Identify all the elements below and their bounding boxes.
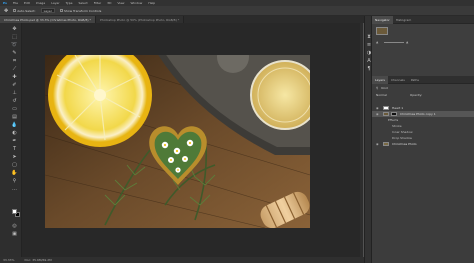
navigator-thumbnail[interactable] (376, 27, 388, 35)
gradient-tool-icon[interactable]: ▤ (11, 114, 18, 120)
rectangle-tool-icon[interactable]: ▢ (11, 162, 18, 168)
type-tool-icon[interactable]: T (11, 146, 18, 152)
status-bar: 33.33% Doc: 35.6M/69.2M (0, 257, 364, 263)
dodge-tool-icon[interactable]: ◐ (11, 130, 18, 136)
more-tools-icon[interactable]: … (11, 186, 18, 192)
layer-row[interactable]: ◉ Christmas Photo (372, 141, 474, 147)
menu-select[interactable]: Select (78, 1, 87, 5)
quick-mask-icon[interactable]: ◎ (11, 223, 18, 229)
tools-panel: ✥ ⬚ ➰ ✎ ⌗ ⟋ ✚ ✐ ⊥ ↺ ▭ ▤ 💧 ◐ ✒ T ➤ ▢ ✋ ⚲ … (0, 23, 22, 263)
effect-name: Drop Shadow (392, 136, 413, 140)
layer-name: Christmas Photo (392, 142, 417, 146)
menu-help[interactable]: Help (148, 1, 155, 5)
navigator-zoom-slider[interactable] (384, 42, 404, 43)
navigator-tabs: Navigator Histogram (372, 16, 474, 24)
menu-filter[interactable]: Filter (94, 1, 101, 5)
document-image[interactable] (45, 55, 310, 228)
blur-tool-icon[interactable]: 💧 (11, 122, 18, 128)
lock-row (372, 98, 474, 105)
hand-tool-icon[interactable]: ✋ (11, 170, 18, 176)
eyedropper-tool-icon[interactable]: ⟋ (11, 66, 18, 72)
clone-stamp-tool-icon[interactable]: ⊥ (11, 90, 18, 96)
zoom-in-icon[interactable]: ▲ (406, 40, 408, 45)
visibility-eye-icon[interactable]: ◉ (376, 106, 379, 110)
right-panels: Navigator Histogram ▲ ▲ Layers Channels … (372, 16, 474, 263)
effect-name: Inner Shadow (392, 130, 413, 134)
lasso-tool-icon[interactable]: ➰ (11, 42, 18, 48)
history-brush-tool-icon[interactable]: ↺ (11, 98, 18, 104)
menu-edit[interactable]: Edit (24, 1, 30, 5)
blend-mode-dropdown[interactable]: Normal (376, 93, 387, 97)
layer-name: Christmas Photo copy 1 (400, 112, 436, 116)
search-icon: ⚲ (376, 85, 379, 90)
tab-channels[interactable]: Channels (388, 76, 408, 84)
photoshop-window: Ps File Edit Image Layer Type Select Fil… (0, 0, 474, 263)
crop-tool-icon[interactable]: ⌗ (11, 58, 18, 64)
menu-file[interactable]: File (13, 1, 18, 5)
path-selection-tool-icon[interactable]: ➤ (11, 154, 18, 160)
effects-label: Effects (388, 118, 399, 122)
layers-tabs: Layers Channels Paths (372, 76, 474, 84)
tab-document-1[interactable]: Christmas Photo.psd @ 33.3% (Christmas P… (0, 16, 97, 23)
tab-layers[interactable]: Layers (372, 76, 388, 84)
menu-view[interactable]: View (117, 1, 124, 5)
document-tabs: Christmas Photo.psd @ 33.3% (Christmas P… (0, 16, 364, 23)
tab-document-2[interactable]: Photoshop Photo @ 50% (Photoshop Photo, … (96, 16, 185, 23)
auto-select-dropdown[interactable]: Layer (40, 8, 55, 13)
blend-row: Normal Opacity: (372, 91, 474, 98)
menu-3d[interactable]: 3D (107, 1, 111, 5)
doc-size: Doc: 35.6M/69.2M (24, 258, 52, 262)
zoom-tool-icon[interactable]: ⚲ (11, 178, 18, 184)
zoom-level[interactable]: 33.33% (3, 258, 14, 262)
pen-tool-icon[interactable]: ✒ (11, 138, 18, 144)
tab-histogram[interactable]: Histogram (393, 16, 415, 24)
layer-mask-thumbnail (391, 112, 397, 116)
move-tool-icon[interactable]: ✥ (4, 8, 8, 14)
menu-image[interactable]: Image (36, 1, 45, 5)
layer-thumbnail (383, 142, 389, 146)
screen-mode-icon[interactable]: ▣ (11, 231, 18, 237)
panel-icon-strip: ⧗ ≡ ◑ A ¶ (364, 16, 372, 263)
menu-layer[interactable]: Layer (51, 1, 59, 5)
options-bar: ✥ Auto-Select: Layer Show Transform Cont… (0, 6, 474, 16)
marquee-tool-icon[interactable]: ⬚ (11, 34, 18, 40)
effect-name: Stroke (392, 124, 402, 128)
zoom-out-icon[interactable]: ▲ (376, 40, 378, 45)
healing-brush-tool-icon[interactable]: ✚ (11, 74, 18, 80)
kind-filter[interactable]: Kind (381, 86, 388, 90)
vertical-scrollbar[interactable] (360, 23, 363, 257)
layers-panel: Layers Channels Paths ⚲ Kind Normal Opac… (372, 76, 474, 263)
layer-filter-row: ⚲ Kind (372, 84, 474, 91)
layer-thumbnail (383, 112, 389, 116)
foreground-color-swatch[interactable] (12, 209, 17, 214)
quick-select-tool-icon[interactable]: ✎ (11, 50, 18, 56)
menu-type[interactable]: Type (66, 1, 73, 5)
tab-paths[interactable]: Paths (408, 76, 422, 84)
tab-navigator[interactable]: Navigator (372, 16, 393, 24)
brush-tool-icon[interactable]: ✐ (11, 82, 18, 88)
layer-name: Heart 1 (392, 106, 404, 110)
opacity-label: Opacity: (409, 92, 423, 97)
menu-window[interactable]: Window (131, 1, 143, 5)
eraser-tool-icon[interactable]: ▭ (11, 106, 18, 112)
layer-thumbnail (383, 106, 389, 110)
ps-logo: Ps (3, 1, 7, 5)
auto-select-checkbox[interactable]: Auto-Select: (13, 9, 36, 13)
visibility-eye-icon[interactable]: ◉ (376, 112, 379, 116)
move-tool-icon[interactable]: ✥ (11, 26, 18, 32)
show-transform-checkbox[interactable]: Show Transform Controls (59, 9, 101, 13)
visibility-eye-icon[interactable]: ◉ (376, 142, 379, 146)
